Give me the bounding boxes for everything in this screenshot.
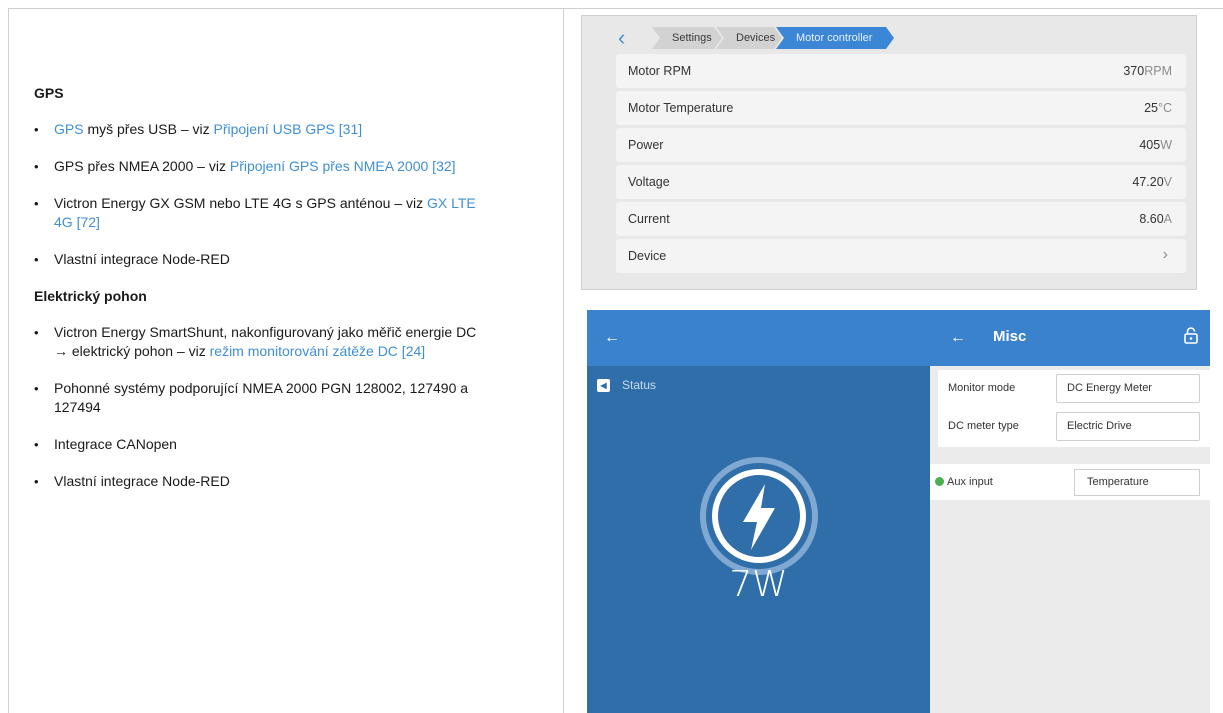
dc-meter-type-select[interactable]: Electric Drive [1056,412,1200,441]
electric-drive-list-item: Integrace CANopen [34,435,494,454]
status-icon: ◀ [597,379,610,393]
gx-left-header: ← [587,310,930,366]
gps-list-item: Victron Energy GX GSM nebo LTE 4G s GPS … [34,194,494,232]
page: GPS GPS myš přes USB – viz Připojení USB… [0,0,1223,713]
settings-panel: Monitor mode DC Energy Meter DC meter ty… [938,370,1210,447]
power-label: Power [628,138,664,152]
motor-rpm-value: 370RPM [1123,64,1172,78]
gps-list-item: GPS přes NMEA 2000 – viz Připojení GPS p… [34,157,494,176]
back-arrow-icon[interactable]: ← [950,329,966,347]
power-value: 405W [1139,138,1172,152]
gps-heading: GPS [34,85,64,101]
gps-list-item: Vlastní integrace Node-RED [34,250,494,269]
frame-divider-middle [563,8,564,713]
gps-text: Vlastní integrace Node-RED [54,251,230,267]
dc-meter-type-label: DC meter type [948,420,1019,432]
electric-drive-text: Pohonné systémy podporující NMEA 2000 PG… [54,380,469,415]
aux-input-label-wrap: Aux input [935,476,993,488]
list-item-device[interactable]: Device › [616,239,1186,273]
electric-drive-heading: Elektrický pohon [34,288,147,304]
voltage-label: Voltage [628,175,670,189]
electric-drive-list-item: Victron Energy SmartShunt, nakonfigurova… [34,323,494,361]
motor-rpm-label: Motor RPM [628,64,692,78]
electric-drive-list-item: Pohonné systémy podporující NMEA 2000 PG… [34,379,494,417]
electric-drive-link[interactable]: režim monitorování zátěže DC [24] [210,343,426,359]
current-value: 8.60A [1139,212,1172,226]
dc-meter-type-row: DC meter type Electric Drive [938,408,1210,446]
list-item-voltage: Voltage 47.20V [616,165,1186,199]
breadcrumb-devices-label: Devices [736,32,776,44]
aux-input-row: Aux input Temperature [930,464,1210,500]
gps-text: myš přes USB – viz [83,121,214,137]
monitor-mode-select[interactable]: DC Energy Meter [1056,374,1200,403]
lightning-bolt-icon [699,456,819,576]
motor-temperature-label: Motor Temperature [628,101,734,115]
voltage-value: 47.20V [1132,175,1172,189]
status-label: Status [622,378,657,392]
motor-temperature-value: 25°C [1144,101,1172,115]
gps-text: GPS přes NMEA 2000 – viz [54,158,230,174]
gx-right-header: ← Misc [930,310,1210,366]
gps-list: GPS myš přes USB – viz Připojení USB GPS… [34,120,494,269]
electric-drive-list: Victron Energy SmartShunt, nakonfigurova… [34,323,494,491]
gx-left-pane: ← ◀ Status 7W [587,310,930,713]
list-item-power: Power 405W [616,128,1186,162]
documentation-column: GPS GPS myš přes USB – viz Připojení USB… [34,84,494,509]
aux-input-label: Aux input [947,476,993,488]
gps-link[interactable]: GPS [54,121,84,137]
lock-icon[interactable] [1184,327,1198,349]
motor-values-list: Motor RPM 370RPM Motor Temperature 25°C … [616,54,1186,276]
electric-drive-text: Integrace CANopen [54,436,177,452]
gx-right-pane: ← Misc Monitor mode DC Energy Meter DC m… [930,310,1210,713]
page-title: Misc [993,328,1027,345]
check-circle-icon [935,476,944,486]
gps-link[interactable]: Připojení GPS přes NMEA 2000 [32] [230,158,456,174]
current-label: Current [628,212,670,226]
monitor-mode-row: Monitor mode DC Energy Meter [938,370,1210,408]
chevron-right-icon: › [1162,246,1168,263]
frame-divider-top [8,8,1223,9]
list-item-motor-temperature: Motor Temperature 25°C [616,91,1186,125]
back-arrow-icon[interactable]: ← [604,329,620,347]
device-label: Device [628,249,667,263]
list-item-current: Current 8.60A [616,202,1186,236]
breadcrumb-settings-label: Settings [672,32,712,44]
breadcrumb-motor-controller-label: Motor controller [796,32,873,44]
breadcrumb-settings[interactable]: Settings [652,27,722,49]
breadcrumb-motor-controller: Motor controller [776,27,894,49]
gps-text: Victron Energy GX GSM nebo LTE 4G s GPS … [54,195,427,211]
monitor-mode-label: Monitor mode [948,382,1016,394]
electric-drive-text: Vlastní integrace Node-RED [54,473,230,489]
frame-divider-left [8,8,9,713]
motor-controller-screenshot: ‹ Settings Devices Motor controller Moto… [581,15,1197,290]
gps-link[interactable]: Připojení USB GPS [31] [214,121,363,137]
breadcrumb: ‹ Settings Devices Motor controller [582,24,1196,54]
gx-device-screenshot: ← ◀ Status 7W ← Misc Monitor mode DC Ene… [587,310,1210,713]
back-chevron-icon[interactable]: ‹ [618,27,625,49]
power-readout: 7W [729,564,788,605]
aux-input-select[interactable]: Temperature [1074,469,1200,496]
gps-list-item: GPS myš přes USB – viz Připojení USB GPS… [34,120,494,139]
list-item-motor-rpm: Motor RPM 370RPM [616,54,1186,88]
status-row[interactable]: ◀ Status [597,378,657,393]
electric-drive-list-item: Vlastní integrace Node-RED [34,472,494,491]
breadcrumb-devices[interactable]: Devices [716,27,782,49]
